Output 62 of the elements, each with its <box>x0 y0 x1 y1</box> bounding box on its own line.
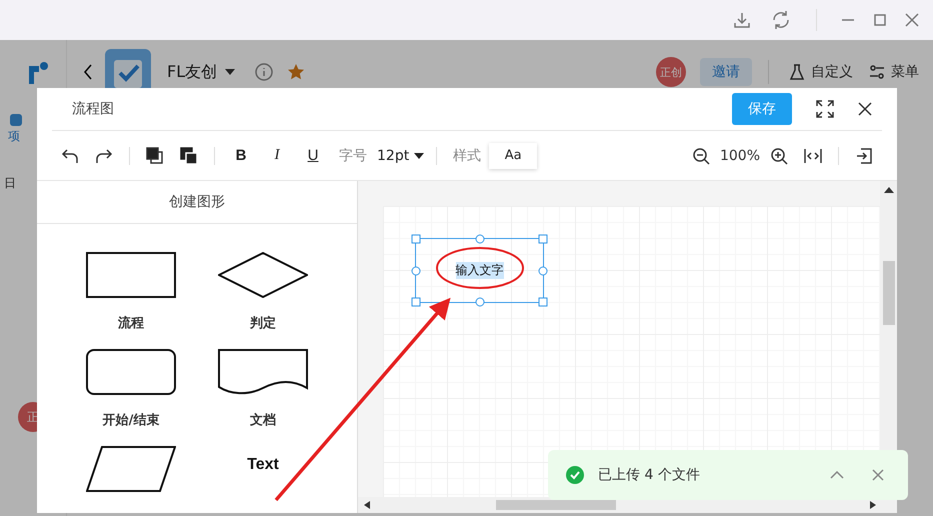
scroll-right-icon[interactable] <box>870 501 876 509</box>
fullscreen-icon[interactable] <box>816 100 834 118</box>
info-icon[interactable] <box>255 63 274 81</box>
scroll-up-icon[interactable] <box>884 187 894 193</box>
cube-icon <box>8 112 24 128</box>
check-circle-icon <box>566 466 584 484</box>
close-icon[interactable] <box>858 102 872 116</box>
project-title[interactable]: FL友创 <box>167 62 218 82</box>
scrollbar-thumb[interactable] <box>882 261 894 325</box>
zoom-level: 100% <box>720 148 760 164</box>
font-size-label: 字号 <box>339 146 367 164</box>
caret-icon[interactable] <box>225 69 236 75</box>
panel-title: 创建图形 <box>37 181 357 224</box>
decision-shape[interactable] <box>218 252 308 298</box>
shape-label: 文档 <box>250 412 276 429</box>
fit-width-icon[interactable] <box>804 146 822 164</box>
process-shape[interactable] <box>86 252 176 298</box>
resize-handle[interactable] <box>538 298 548 306</box>
document-shape[interactable] <box>218 349 308 395</box>
star-icon[interactable] <box>287 63 306 81</box>
sidebar-label: 日 <box>4 175 16 192</box>
dialog-title: 流程图 <box>72 100 114 118</box>
zoom-in-icon[interactable] <box>770 146 788 164</box>
exit-icon[interactable] <box>855 146 873 164</box>
resize-handle[interactable] <box>412 298 420 306</box>
resize-handle[interactable] <box>412 234 420 244</box>
zoom-out-icon[interactable] <box>692 146 710 164</box>
resize-handle[interactable] <box>475 234 484 244</box>
data-shape[interactable] <box>86 446 176 492</box>
font-size-dropdown[interactable]: 12pt <box>373 148 428 164</box>
style-label: 样式 <box>453 146 482 164</box>
resize-handle[interactable] <box>538 266 548 275</box>
resize-handle[interactable] <box>475 298 484 306</box>
terminator-shape[interactable] <box>86 349 176 395</box>
sliders-icon <box>869 64 885 80</box>
resize-handle[interactable] <box>538 234 548 244</box>
scrollbar-thumb[interactable] <box>496 500 616 510</box>
notification-message: 已上传 4 个文件 <box>598 466 700 484</box>
header-button[interactable]: 菜单 <box>865 63 923 81</box>
bold-button[interactable]: B <box>223 147 259 164</box>
scroll-left-icon[interactable] <box>364 501 370 509</box>
bring-forward-icon[interactable] <box>146 146 164 164</box>
shape-label: 开始/结束 <box>102 412 160 429</box>
flask-icon <box>789 64 805 80</box>
underline-button[interactable]: U <box>295 147 331 164</box>
style-button[interactable]: Aa <box>489 142 538 168</box>
shape-label: 判定 <box>250 314 276 332</box>
redo-icon[interactable] <box>95 146 113 164</box>
maximize-icon[interactable] <box>873 13 887 27</box>
italic-button[interactable]: I <box>259 147 295 164</box>
caret-icon <box>414 152 424 158</box>
sidebar-label: 项 <box>8 128 20 145</box>
undo-icon[interactable] <box>61 146 79 164</box>
back-icon[interactable] <box>83 64 93 80</box>
download-icon[interactable] <box>732 10 752 30</box>
text-shape[interactable]: Text <box>247 456 279 474</box>
collapse-icon[interactable] <box>830 471 844 479</box>
node-text[interactable]: 输入文字 <box>456 262 504 279</box>
shape-label: 流程 <box>118 314 144 332</box>
send-backward-icon[interactable] <box>180 146 198 164</box>
header-button[interactable]: 自定义 <box>785 63 857 81</box>
resize-handle[interactable] <box>412 266 420 275</box>
